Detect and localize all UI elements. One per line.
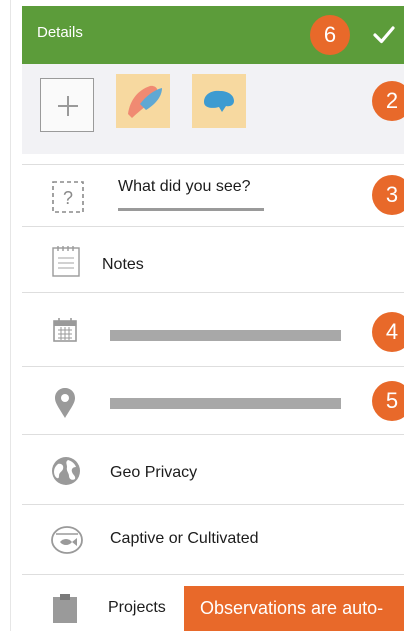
clipboard-icon [50,591,80,625]
projects-label: Projects [108,599,166,616]
photo-thumbnail-icon [204,90,234,112]
photo-thumbnail-icon [128,85,162,118]
notes-icon [50,244,82,278]
notes-label: Notes [102,256,144,273]
date-value-placeholder [110,330,341,341]
notes-row[interactable]: Notes [22,226,404,292]
location-pin-icon [50,386,80,420]
svg-text:?: ? [63,188,73,208]
photo-thumbnail[interactable] [192,74,246,128]
geoprivacy-label: Geo Privacy [110,464,198,481]
geoprivacy-row[interactable]: Geo Privacy [22,434,404,504]
step-badge-5: 5 [372,381,404,421]
add-photo-button[interactable] [40,78,94,132]
globe-icon [50,455,82,487]
fishbowl-icon [50,522,84,556]
species-underline [118,208,264,211]
observation-details-screen: Details 6 2 ? What did you see? 3 Notes … [0,0,404,631]
step-badge-6: 6 [310,15,350,55]
step-badge-4: 4 [372,312,404,352]
autosave-toast: Observations are auto- [184,586,404,631]
plus-icon [58,96,78,116]
header-bar: Details 6 [22,6,404,64]
photo-strip: 2 [22,64,404,154]
page-title: Details [37,24,83,41]
species-prompt: What did you see? [118,178,251,195]
unknown-species-icon: ? [50,179,86,215]
calendar-icon [50,315,80,345]
captive-row[interactable]: Captive or Cultivated [22,504,404,574]
location-value-placeholder [110,398,341,409]
species-row[interactable]: ? What did you see? 3 [22,164,404,226]
step-badge-2: 2 [372,81,404,121]
photo-thumbnail[interactable] [116,74,170,128]
save-button[interactable] [366,17,402,53]
location-row[interactable]: 5 [22,366,404,434]
date-row[interactable]: 4 [22,292,404,366]
captive-label: Captive or Cultivated [110,530,259,547]
checkmark-icon [373,26,395,44]
step-badge-3: 3 [372,175,404,215]
